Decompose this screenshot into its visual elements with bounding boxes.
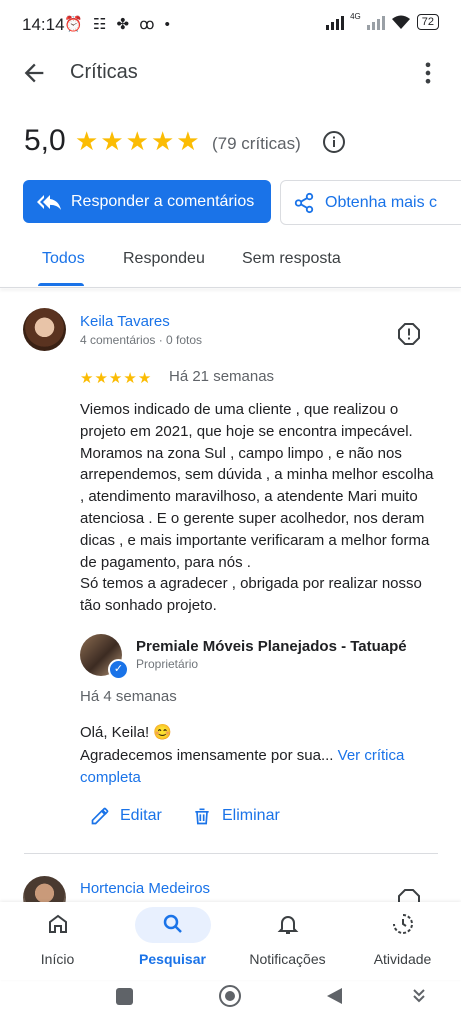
- tab-all[interactable]: Todos: [42, 250, 85, 268]
- status-right: 4G 72: [326, 11, 439, 30]
- nav-home-label: Início: [40, 951, 75, 967]
- get-more-reviews-label: Obtenha mais c: [325, 193, 438, 211]
- system-navigation-bar: [0, 980, 461, 1024]
- nav-activity-label: Atividade: [373, 951, 432, 967]
- report-icon[interactable]: [397, 322, 421, 346]
- reply-to-reviews-button[interactable]: Responder a comentários: [23, 180, 271, 223]
- status-icons: ⏰ ☷ ✤ ꝏ •: [64, 16, 173, 33]
- review-date: Há 21 semanas: [169, 368, 275, 385]
- pencil-icon: [91, 807, 109, 825]
- star-icon: ★: [137, 370, 152, 387]
- battery-indicator: 72: [416, 14, 439, 30]
- tab-no-reply[interactable]: Sem resposta: [242, 250, 341, 268]
- page-title: Críticas: [70, 61, 138, 83]
- info-icon[interactable]: [322, 130, 346, 154]
- share-icon: [294, 192, 314, 213]
- owner-name: Premiale Móveis Planejados - Tatuapé: [136, 638, 407, 655]
- wifi-icon: [391, 15, 410, 29]
- owner-role: Proprietário: [136, 657, 199, 671]
- signal-icon-2: [366, 14, 385, 30]
- back-arrow-icon[interactable]: [20, 59, 48, 87]
- nav-activity[interactable]: Atividade: [345, 902, 460, 980]
- more-vert-icon[interactable]: [414, 59, 442, 87]
- reviewer-name[interactable]: Hortencia Medeiros: [80, 880, 210, 897]
- star-icon: ★: [150, 126, 175, 156]
- tabs-divider: [0, 287, 461, 288]
- reviewer-meta: 4 comentários · 0 fotos: [80, 333, 203, 347]
- activity-icon: [392, 914, 413, 934]
- app-bar: Críticas: [0, 50, 461, 96]
- search-icon: [163, 914, 182, 933]
- nav-home[interactable]: Início: [0, 902, 115, 980]
- home-icon: [48, 914, 67, 933]
- review-stars: ★ ★ ★ ★ ★: [80, 369, 151, 387]
- reply-date: Há 4 semanas: [80, 688, 177, 705]
- status-time: 14:14: [22, 15, 65, 34]
- reviewer-avatar[interactable]: [23, 308, 66, 351]
- star-icon: ★: [80, 370, 94, 387]
- review-divider: [24, 853, 438, 854]
- nav-notifications-label: Notificações: [249, 951, 326, 967]
- rating-count: (79 críticas): [212, 134, 301, 153]
- star-icon: ★: [176, 126, 200, 156]
- get-more-reviews-button[interactable]: Obtenha mais c: [280, 180, 461, 225]
- recent-apps-icon[interactable]: [116, 988, 133, 1005]
- bottom-navigation: Início Pesquisar Notificações Atividade: [0, 902, 461, 980]
- edit-label: Editar: [120, 807, 162, 824]
- rating-score: 5,0: [24, 124, 66, 157]
- delete-label: Eliminar: [222, 807, 280, 824]
- trash-icon: [195, 808, 209, 825]
- reply-text-excerpt: Agradecemos imensamente por sua...: [80, 747, 338, 764]
- star-icon: ★: [125, 126, 149, 156]
- verified-check-icon: ✓: [108, 659, 129, 680]
- home-system-icon[interactable]: [219, 985, 241, 1007]
- reply-all-icon: [37, 194, 61, 210]
- delete-reply-button[interactable]: Eliminar: [192, 806, 280, 826]
- bell-icon: [277, 916, 298, 934]
- network-type: 4G: [350, 11, 361, 21]
- star-icon: ★: [75, 126, 99, 156]
- star-icon: ★: [100, 126, 124, 156]
- tab-replied[interactable]: Respondeu: [123, 250, 205, 268]
- reply-to-reviews-label: Responder a comentários: [71, 192, 255, 210]
- signal-icon: [326, 14, 345, 30]
- back-system-icon[interactable]: [324, 986, 344, 1006]
- nav-search-label: Pesquisar: [139, 951, 206, 967]
- star-icon: ★: [108, 370, 123, 387]
- nav-search[interactable]: Pesquisar: [115, 902, 230, 980]
- review-text: Viemos indicado de uma cliente , que rea…: [80, 401, 434, 615]
- rating-stars: ★ ★ ★ ★ ★: [75, 128, 200, 154]
- keyboard-down-icon[interactable]: [412, 988, 426, 1004]
- star-icon: ★: [94, 370, 108, 387]
- edit-reply-button[interactable]: Editar: [90, 806, 162, 826]
- reply-greeting: Olá, Keila! 😊: [80, 724, 173, 741]
- active-tab-indicator: [38, 283, 84, 286]
- star-icon: ★: [123, 370, 137, 387]
- status-bar: 14:14 ⏰ ☷ ✤ ꝏ • 4G 72: [0, 0, 461, 50]
- reply-text: Agradecemos imensamente por sua... Ver c…: [80, 745, 440, 789]
- nav-notifications[interactable]: Notificações: [230, 902, 345, 980]
- reviewer-name[interactable]: Keila Tavares: [80, 313, 170, 330]
